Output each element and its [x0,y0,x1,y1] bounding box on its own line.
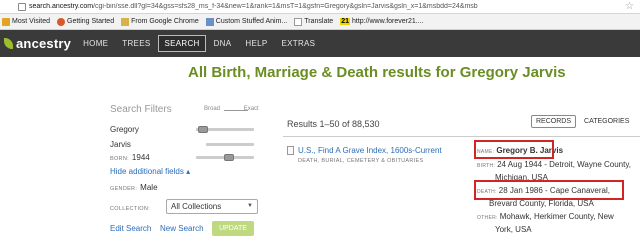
death-highlight-box [474,180,624,200]
bookmarks-bar: Most Visited Getting Started From Google… [0,14,640,30]
birth-value-line1: 24 Aug 1944 - Detroit, Wayne County, [497,160,631,169]
death-value-line2: Brevard County, Florida, USA [489,199,594,208]
nav-help[interactable]: HELP [245,39,267,48]
results-count: Results 1–50 of 88,530 [287,119,380,129]
results-divider [283,136,640,137]
collection-value: All Collections [171,202,222,211]
collection-label: COLLECTION: [110,203,153,212]
nav-dna[interactable]: DNA [214,39,232,48]
collection-select[interactable]: All Collections ▼ [166,199,258,214]
gender-label: GENDER: [110,186,138,192]
other-value-line1: Mohawk, Herkimer County, New [499,212,614,221]
scale-arrow [224,110,248,111]
address-bar[interactable]: search.ancestry.com/cgi-bin/sse.dll?gl=3… [0,0,640,14]
nav-search[interactable]: SEARCH [158,35,206,52]
bookmark-from-google-chrome[interactable]: From Google Chrome [121,17,199,26]
born-value: 1944 [131,153,150,162]
search-filters-panel: Search Filters Broad Exact [110,104,296,115]
site-nav: ancestry HOME TREES SEARCH DNA HELP EXTR… [0,30,640,57]
nav-home[interactable]: HOME [83,39,108,48]
record-other-field: OTHER: Mohawk, Herkimer County, New York,… [477,211,640,235]
other-value-line2: York, USA [495,225,532,234]
hide-additional-fields-link[interactable]: Hide additional fields ▴ [110,167,190,176]
bookmark-star-icon[interactable]: ☆ [625,1,634,12]
bookmark-most-visited[interactable]: Most Visited [2,17,50,26]
edit-search-link[interactable]: Edit Search [110,224,151,233]
other-label: OTHER: [477,215,498,221]
bookmark-custom-stuffed[interactable]: Custom Stuffed Anim... [205,17,288,26]
logo-text: ancestry [16,36,72,51]
nav-extras[interactable]: EXTRAS [282,39,316,48]
star-folder-icon [2,17,10,26]
birth-label: BIRTH: [477,163,496,169]
bookmark-label: Getting Started [67,18,115,25]
last-name-slider-track[interactable] [206,143,254,146]
url-text[interactable]: search.ancestry.com/cgi-bin/sse.dll?gl=3… [29,3,478,10]
firefox-icon [57,17,65,26]
bookmark-forever21[interactable]: 21 http://www.forever21.... [340,18,424,25]
record-title-link[interactable]: U.S., Find A Grave Index, 1600s-Current [298,146,442,155]
update-button[interactable]: UPDATE [212,221,254,236]
scale-broad-label: Broad [204,106,221,112]
hide-link-label: Hide additional fields [110,167,184,176]
bookmark-label: http://www.forever21.... [351,18,424,25]
bookmark-label: From Google Chrome [131,18,199,25]
new-search-link[interactable]: New Search [160,224,204,233]
name-highlight-box [474,140,554,159]
first-name-slider-handle[interactable] [198,126,208,133]
page-icon [294,17,303,26]
nav-trees[interactable]: TREES [122,39,150,48]
forever21-icon: 21 [340,18,350,25]
caret-up-icon: ▴ [186,167,191,176]
bookmark-label: Custom Stuffed Anim... [215,18,288,25]
record-category: DEATH, BURIAL, CEMETERY & OBITUARIES [298,158,424,164]
gender-filter[interactable]: GENDER: Male [110,183,158,192]
bookmark-getting-started[interactable]: Getting Started [57,17,115,26]
first-name-filter[interactable]: Gregory [110,125,139,134]
record-image-icon [287,146,294,155]
view-toggle: RECORDS CATEGORIES [531,115,629,128]
born-label: BORN: [110,156,129,162]
page-title: All Birth, Marriage & Death results for … [188,64,566,81]
folder-icon [121,17,130,26]
categories-button[interactable]: CATEGORIES [584,118,629,125]
last-name-filter[interactable]: Jarvis [110,140,131,149]
bookmark-label: Most Visited [12,18,50,25]
records-button[interactable]: RECORDS [531,115,577,128]
ancestry-logo[interactable]: ancestry [4,36,71,51]
scale-exact-label: Exact [243,106,259,112]
bookmark-label: Translate [304,18,334,25]
born-slider-handle[interactable] [224,154,234,161]
chevron-down-icon: ▼ [247,203,253,209]
gender-value: Male [140,183,158,192]
leaf-icon [4,38,13,49]
filters-title: Search Filters [110,104,172,115]
page-icon [205,17,214,26]
page-icon [18,2,26,11]
broad-exact-scale: Broad Exact [204,106,259,112]
collection-label-text: COLLECTION: [110,206,150,212]
bookmark-translate[interactable]: Translate [294,17,334,26]
born-filter[interactable]: BORN: 1944 [110,153,150,162]
